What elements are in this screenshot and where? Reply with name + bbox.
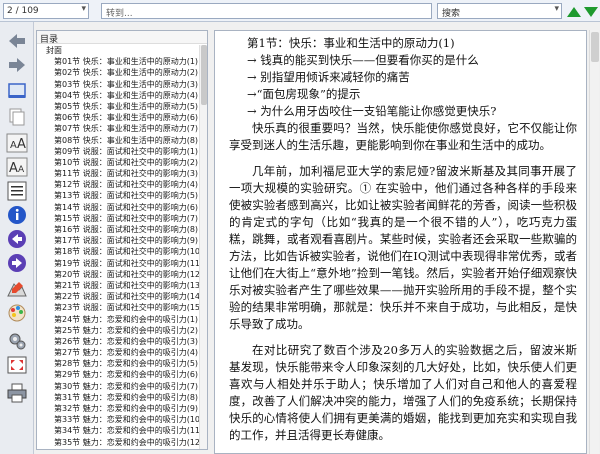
toc-item[interactable]: 第33节 魅力：恋爱和约会中的吸引力(10) — [37, 414, 199, 425]
bullet-item: → 别指望用倾诉来减轻你的痛苦 — [247, 70, 410, 84]
search-label: 搜索 — [442, 9, 461, 19]
toc-item[interactable]: 第09节 说服：面试和社交中的影响力(1) — [37, 146, 199, 157]
color-palette-icon[interactable] — [5, 302, 29, 324]
list-view-icon[interactable] — [5, 180, 29, 202]
toc-item[interactable]: 第20节 说服：面试和社交中的影响力(12) — [37, 269, 199, 280]
document-view: 第1节：快乐：事业和生活中的原动力(1) → 钱真的能买到快乐——但要看你买的是… — [214, 30, 587, 454]
toc-item[interactable]: 第31节 魅力：恋爱和约会中的吸引力(8) — [37, 392, 199, 403]
goto-placeholder: 转到... — [106, 9, 133, 19]
toc-item[interactable]: 第21节 说服：面试和社交中的影响力(13) — [37, 280, 199, 291]
toc-item[interactable]: 第29节 魅力：恋爱和约会中的吸引力(6) — [37, 369, 199, 380]
toc-item[interactable]: 第16节 说服：面试和社交中的影响力(8) — [37, 224, 199, 235]
back-circle-icon[interactable] — [5, 228, 29, 250]
toc-item[interactable]: 第01节 快乐：事业和生活中的原动力(1) — [37, 56, 199, 67]
chapter-title: 第1节：快乐：事业和生活中的原动力(1) — [247, 36, 455, 50]
document-scroll-thumb[interactable] — [591, 32, 599, 62]
document-content: 第1节：快乐：事业和生活中的原动力(1) → 钱真的能买到快乐——但要看你买的是… — [229, 35, 577, 444]
page-indicator-text: 2 / 109 — [7, 6, 39, 16]
toc-header: 目录 — [37, 31, 207, 45]
toc-item[interactable]: 第14节 说服：面试和社交中的影响力(6) — [37, 202, 199, 213]
toc-item[interactable]: 第02节 快乐：事业和生活中的原动力(2) — [37, 67, 199, 78]
toc-item[interactable]: 第15节 说服：面试和社交中的影响力(7) — [37, 213, 199, 224]
toc-item[interactable]: 第05节 快乐：事业和生活中的原动力(5) — [37, 101, 199, 112]
body-paragraph: 在对比研究了数百个涉及20多万人的实验数据之后，留波米斯基发现，快乐能带来令人印… — [229, 343, 577, 442]
toc-item[interactable]: 第27节 魅力：恋爱和约会中的吸引力(4) — [37, 347, 199, 358]
svg-text:A: A — [18, 165, 25, 175]
chevron-down-icon[interactable]: ▾ — [81, 4, 86, 14]
toc-item[interactable]: 第11节 说服：面试和社交中的影响力(3) — [37, 168, 199, 179]
toc-item[interactable]: 第32节 魅力：恋爱和约会中的吸引力(9) — [37, 403, 199, 414]
font-smaller-icon[interactable]: AA — [5, 156, 29, 178]
toc-list: 封面 第01节 快乐：事业和生活中的原动力(1) 第02节 快乐：事业和生活中的原动… — [37, 45, 199, 448]
toc-item[interactable]: 第04节 快乐：事业和生活中的原动力(4) — [37, 90, 199, 101]
body-paragraph: 快乐真的很重要吗？当然，快乐能使你感觉良好，它不仅能让你享受到迷人的生活乐趣，更… — [229, 121, 577, 152]
toc-item[interactable]: 第35节 魅力：恋爱和约会中的吸引力(12) — [37, 437, 199, 448]
print-icon[interactable] — [5, 382, 29, 404]
toc-item[interactable]: 第03节 快乐：事业和生活中的原动力(3) — [37, 79, 199, 90]
single-page-icon[interactable] — [5, 80, 29, 102]
toc-scrollbar[interactable] — [199, 45, 207, 449]
svg-text:A: A — [17, 137, 26, 152]
toc-item[interactable]: 第06节 快乐：事业和生活中的原动力(6) — [37, 112, 199, 123]
toc-item[interactable]: 第30节 魅力：恋爱和约会中的吸引力(7) — [37, 381, 199, 392]
toc-item[interactable]: 第17节 说服：面试和社交中的影响力(9) — [37, 235, 199, 246]
toc-item[interactable]: 第34节 魅力：恋爱和约会中的吸引力(11) — [37, 425, 199, 436]
settings-icon[interactable] — [5, 330, 29, 352]
body-paragraph: 几年前，加利福尼亚大学的索尼娅?留波米斯基及其同事开展了一项大规模的实验研究。①… — [229, 164, 577, 331]
bullet-item: →“面包房现象”的提示 — [247, 87, 361, 101]
toc-item[interactable]: 封面 — [37, 45, 199, 56]
search-dropdown[interactable]: 搜索 ▾ — [437, 3, 562, 19]
document-scrollbar[interactable] — [589, 30, 599, 454]
toc-item[interactable]: 第07节 快乐：事业和生活中的原动力(7) — [37, 123, 199, 134]
toc-item[interactable]: 第18节 说服：面试和社交中的影响力(10) — [37, 246, 199, 257]
toc-item[interactable]: 第19节 说服：面试和社交中的影响力(11) — [37, 258, 199, 269]
highlight-icon[interactable] — [5, 278, 29, 300]
toc-item[interactable]: 第08节 快乐：事业和生活中的原动力(8) — [37, 135, 199, 146]
font-larger-icon[interactable]: AA — [5, 132, 29, 154]
bullet-item: → 为什么用牙齿咬住一支铅笔能让你感觉更快乐? — [247, 104, 497, 118]
toc-item[interactable]: 第10节 说服：面试和社交中的影响力(2) — [37, 157, 199, 168]
toc-item[interactable]: 第22节 说服：面试和社交中的影响力(14) — [37, 291, 199, 302]
svg-text:A: A — [10, 140, 17, 151]
toc-item[interactable]: 第28节 魅力：恋爱和约会中的吸引力(5) — [37, 358, 199, 369]
page-indicator[interactable]: 2 / 109 ▾ — [3, 3, 89, 19]
arrow-right-icon[interactable] — [5, 54, 29, 76]
toc-item[interactable]: 第23节 说服：面试和社交中的影响力(15) — [37, 302, 199, 313]
top-toolbar: 2 / 109 ▾ 转到... 搜索 ▾ — [0, 0, 600, 22]
bullet-list: → 钱真的能买到快乐——但要看你买的是什么 → 别指望用倾诉来减轻你的痛苦 →“面包… — [229, 52, 577, 120]
paragraph-list: 快乐真的很重要吗？当然，快乐能使你感觉良好，它不仅能让你享受到迷人的生活乐趣，更… — [229, 120, 577, 444]
toc-item[interactable]: 第12节 说服：面试和社交中的影响力(4) — [37, 179, 199, 190]
goto-input[interactable]: 转到... — [101, 3, 432, 19]
svg-text:A: A — [9, 161, 18, 176]
bullet-item: → 钱真的能买到快乐——但要看你买的是什么 — [247, 53, 479, 67]
toc-panel: 目录 封面 第01节 快乐：事业和生活中的原动力(1) 第02节 快乐：事业和生活中… — [36, 30, 208, 450]
prev-result-icon[interactable] — [566, 4, 582, 18]
copy-icon[interactable] — [5, 106, 29, 128]
toc-item[interactable]: 第25节 魅力：恋爱和约会中的吸引力(2) — [37, 325, 199, 336]
next-result-icon[interactable] — [583, 4, 599, 18]
toc-scroll-thumb[interactable] — [201, 45, 207, 105]
arrow-left-icon[interactable] — [5, 30, 29, 52]
toc-item[interactable]: 第26节 魅力：恋爱和约会中的吸引力(3) — [37, 336, 199, 347]
side-toolbar: AA AA — [0, 22, 34, 454]
toc-item[interactable]: 第13节 说服：面试和社交中的影响力(5) — [37, 190, 199, 201]
fullscreen-icon[interactable] — [5, 354, 29, 376]
forward-circle-icon[interactable] — [5, 252, 29, 274]
info-icon[interactable] — [5, 204, 29, 226]
chevron-down-icon[interactable]: ▾ — [554, 4, 559, 14]
toc-item[interactable]: 第24节 魅力：恋爱和约会中的吸引力(1) — [37, 314, 199, 325]
